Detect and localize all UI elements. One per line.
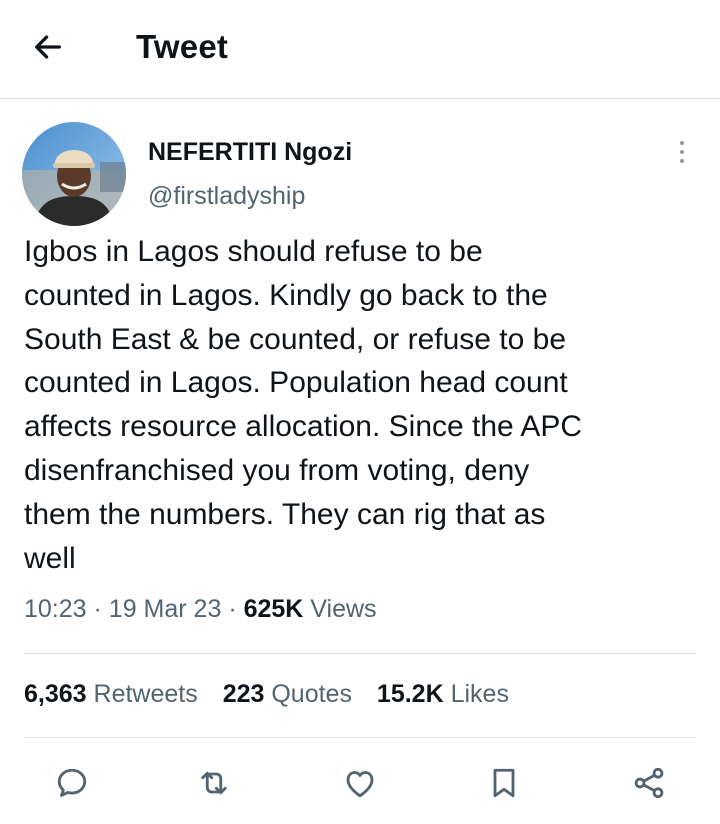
share-button[interactable]: [624, 758, 674, 808]
tweet-text: Igbos in Lagos should refuse to be count…: [24, 235, 583, 575]
likes-stat[interactable]: 15.2K Likes: [377, 680, 509, 709]
views-label: Views: [310, 595, 377, 623]
retweets-count: 6,363: [24, 680, 87, 708]
more-dot-icon: [680, 141, 684, 145]
more-dot-icon: [680, 150, 684, 154]
retweet-icon: [196, 765, 232, 801]
divider: [24, 653, 696, 654]
meta-separator: ·: [228, 595, 237, 623]
meta-separator: ·: [93, 595, 102, 623]
tweet-date[interactable]: 19 Mar 23: [109, 595, 222, 623]
quotes-label: Quotes: [271, 680, 352, 708]
likes-count: 15.2K: [376, 680, 444, 708]
page-title: Tweet: [136, 28, 229, 65]
back-button[interactable]: [26, 27, 70, 67]
more-dot-icon: [680, 159, 684, 163]
like-button[interactable]: [335, 758, 385, 808]
avatar[interactable]: [22, 122, 126, 226]
reply-icon: [54, 765, 90, 801]
quotes-count: 223: [222, 680, 265, 708]
action-bar: [0, 758, 720, 808]
bookmark-button[interactable]: [479, 758, 529, 808]
tweet-meta: 10:23 · 19 Mar 23 · 625K Views: [24, 595, 377, 624]
retweet-button[interactable]: [189, 758, 239, 808]
share-icon: [631, 765, 667, 801]
top-bar: Tweet: [0, 0, 720, 99]
tweet-time[interactable]: 10:23: [24, 595, 87, 623]
like-icon: [342, 765, 378, 801]
retweets-stat[interactable]: 6,363 Retweets: [24, 680, 198, 709]
author-handle[interactable]: @firstladyship: [148, 182, 305, 211]
bookmark-icon: [486, 765, 522, 801]
likes-label: Likes: [450, 680, 509, 708]
author-display-name[interactable]: NEFERTITI Ngozi: [148, 138, 352, 167]
views-count: 625K: [243, 595, 304, 623]
arrow-left-icon: [31, 30, 65, 64]
engagement-stats: 6,363 Retweets 223 Quotes 15.2K Likes: [24, 680, 527, 709]
reply-button[interactable]: [47, 758, 97, 808]
retweets-label: Retweets: [93, 680, 198, 708]
quotes-stat[interactable]: 223 Quotes: [223, 680, 352, 709]
divider: [24, 737, 696, 738]
more-options-button[interactable]: [668, 136, 696, 168]
